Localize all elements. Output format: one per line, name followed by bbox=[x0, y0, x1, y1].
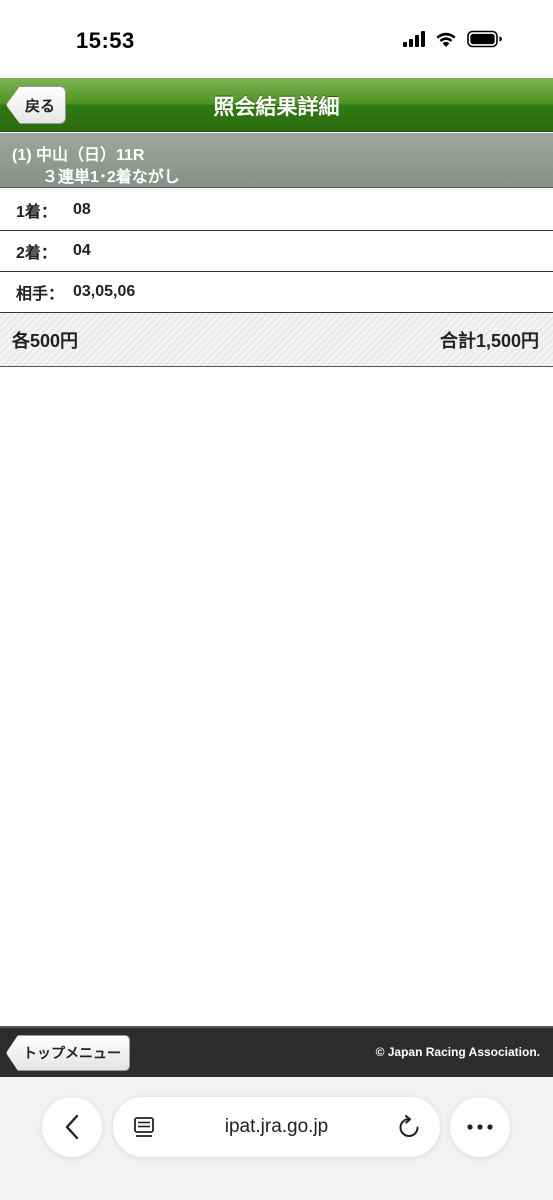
status-icons bbox=[403, 30, 503, 48]
cellular-signal-icon bbox=[403, 31, 425, 47]
copyright-text: © Japan Racing Association. bbox=[375, 1045, 540, 1059]
ellipsis-icon bbox=[467, 1124, 493, 1130]
url-text: ipat.jra.go.jp bbox=[224, 1116, 329, 1137]
battery-icon bbox=[467, 30, 502, 48]
chevron-left-icon bbox=[65, 1114, 79, 1140]
row-label: 1着： bbox=[16, 204, 57, 221]
selection-row-partners: 相手： 03,05,06 bbox=[0, 272, 553, 313]
reload-icon[interactable] bbox=[398, 1115, 420, 1139]
page: 15:53 戻る 照会結果詳細 (1) 中山（日）11R ３連単1･2着ながし … bbox=[0, 0, 553, 1200]
selection-row-second: 2着： 04 bbox=[0, 231, 553, 272]
app-header: 戻る 照会結果詳細 bbox=[0, 78, 553, 132]
race-banner: (1) 中山（日）11R ３連単1･2着ながし bbox=[0, 133, 553, 188]
top-menu-button[interactable]: トップメニュー bbox=[6, 1035, 130, 1071]
status-time: 15:53 bbox=[76, 28, 135, 53]
footer-bar: トップメニュー © Japan Racing Association. bbox=[0, 1026, 553, 1077]
browser-toolbar: ipat.jra.go.jp bbox=[0, 1077, 553, 1200]
selection-list: 1着： 08 2着： 04 相手： 03,05,06 bbox=[0, 190, 553, 313]
totals-row: 各500円 合計1,500円 bbox=[0, 313, 553, 367]
row-value: 03,05,06 bbox=[73, 283, 136, 300]
status-bar: 15:53 bbox=[0, 0, 553, 78]
amount-each: 各500円 bbox=[12, 330, 79, 351]
address-bar[interactable]: ipat.jra.go.jp bbox=[113, 1097, 440, 1157]
row-label: 相手： bbox=[16, 286, 65, 303]
row-label: 2着： bbox=[16, 245, 57, 262]
row-value: 08 bbox=[73, 201, 91, 218]
row-value: 04 bbox=[73, 242, 91, 259]
top-menu-label: トップメニュー bbox=[23, 1045, 121, 1061]
amount-total: 合計1,500円 bbox=[439, 330, 539, 351]
page-title: 照会結果詳細 bbox=[213, 96, 340, 119]
race-info: (1) 中山（日）11R bbox=[12, 147, 145, 164]
bet-type: ３連単1･2着ながし bbox=[42, 169, 180, 186]
wifi-icon bbox=[436, 32, 456, 47]
browser-back-button[interactable] bbox=[42, 1097, 102, 1157]
more-options-button[interactable] bbox=[450, 1097, 510, 1157]
selection-row-first: 1着： 08 bbox=[0, 190, 553, 231]
